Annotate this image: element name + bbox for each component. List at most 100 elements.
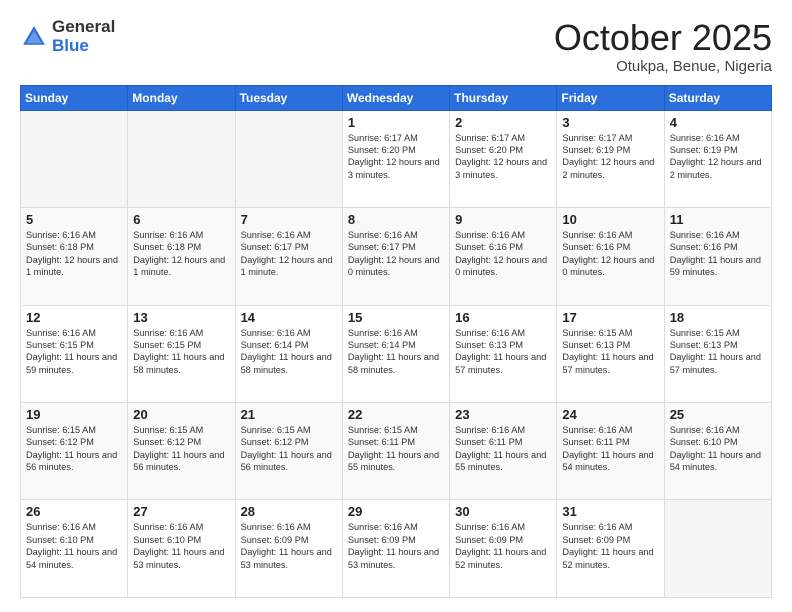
day-number: 26 xyxy=(26,504,122,519)
table-row: 23 Sunrise: 6:16 AM Sunset: 6:11 PM Dayli… xyxy=(450,403,557,500)
calendar-table: Sunday Monday Tuesday Wednesday Thursday… xyxy=(20,85,772,598)
calendar-header-row: Sunday Monday Tuesday Wednesday Thursday… xyxy=(21,85,772,110)
calendar-week-row: 26 Sunrise: 6:16 AM Sunset: 6:10 PM Dayli… xyxy=(21,500,772,598)
day-info: Sunrise: 6:16 AM Sunset: 6:09 PM Dayligh… xyxy=(241,521,337,571)
day-info: Sunrise: 6:15 AM Sunset: 6:13 PM Dayligh… xyxy=(562,327,658,377)
table-row: 12Sunrise: 6:16 AM Sunset: 6:15 PM Dayli… xyxy=(21,305,128,402)
page: General Blue October 2025 Otukpa, Benue,… xyxy=(0,0,792,612)
day-number: 29 xyxy=(348,504,444,519)
calendar-week-row: 12 Sunrise: 6:16 AM Sunset: 6:15 PM Dayli… xyxy=(21,305,772,402)
col-wednesday: Wednesday xyxy=(342,85,449,110)
day-info: Sunrise: 6:16 AM Sunset: 6:10 PM Dayligh… xyxy=(26,521,122,571)
day-info: Sunrise: 6:16 AM Sunset: 6:16 PM Dayligh… xyxy=(562,229,658,279)
header: General Blue October 2025 Otukpa, Benue,… xyxy=(20,18,772,75)
day-info: Sunrise: 6:16 AM Sunset: 6:10 PM Dayligh… xyxy=(670,424,766,474)
day-info: Sunrise: 6:16 AM Sunset: 6:16 PM Dayligh… xyxy=(455,229,551,279)
day-number: 16 xyxy=(455,310,551,325)
table-row: 9 Sunrise: 6:16 AM Sunset: 6:16 PM Daylig… xyxy=(450,208,557,305)
title-block: October 2025 Otukpa, Benue, Nigeria xyxy=(554,18,772,75)
calendar-week-row: 19Sunrise: 6:15 AM Sunset: 6:12 PM Dayli… xyxy=(21,403,772,500)
table-row: 3Sunrise: 6:17 AM Sunset: 6:19 PM Daylig… xyxy=(557,110,664,207)
table-row: 1Sunrise: 6:17 AM Sunset: 6:20 PM Daylig… xyxy=(342,110,449,207)
day-info: Sunrise: 6:16 AM Sunset: 6:17 PM Dayligh… xyxy=(348,229,444,279)
table-row: 2Sunrise: 6:17 AM Sunset: 6:20 PM Daylig… xyxy=(450,110,557,207)
table-row: 14Sunrise: 6:16 AM Sunset: 6:14 PM Dayli… xyxy=(235,305,342,402)
table-row: 29 Sunrise: 6:16 AM Sunset: 6:09 PM Dayli… xyxy=(342,500,449,598)
table-row: 21Sunrise: 6:15 AM Sunset: 6:12 PM Dayli… xyxy=(235,403,342,500)
col-tuesday: Tuesday xyxy=(235,85,342,110)
day-number: 15 xyxy=(348,310,444,325)
day-info: Sunrise: 6:16 AM Sunset: 6:11 PM Dayligh… xyxy=(455,424,551,474)
day-number: 20 xyxy=(133,407,229,422)
day-number: 14 xyxy=(241,310,337,325)
day-number: 11 xyxy=(670,212,766,227)
day-number: 28 xyxy=(241,504,337,519)
col-friday: Friday xyxy=(557,85,664,110)
day-number: 17 xyxy=(562,310,658,325)
calendar-week-row: 5 Sunrise: 6:16 AM Sunset: 6:18 PM Daylig… xyxy=(21,208,772,305)
table-row xyxy=(128,110,235,207)
col-thursday: Thursday xyxy=(450,85,557,110)
col-monday: Monday xyxy=(128,85,235,110)
day-number: 23 xyxy=(455,407,551,422)
day-number: 6 xyxy=(133,212,229,227)
table-row: 15Sunrise: 6:16 AM Sunset: 6:14 PM Dayli… xyxy=(342,305,449,402)
day-number: 8 xyxy=(348,212,444,227)
table-row: 16 Sunrise: 6:16 AM Sunset: 6:13 PM Dayli… xyxy=(450,305,557,402)
table-row: 24Sunrise: 6:16 AM Sunset: 6:11 PM Dayli… xyxy=(557,403,664,500)
title-month: October 2025 xyxy=(554,18,772,58)
table-row xyxy=(235,110,342,207)
calendar-week-row: 1Sunrise: 6:17 AM Sunset: 6:20 PM Daylig… xyxy=(21,110,772,207)
day-number: 22 xyxy=(348,407,444,422)
table-row: 6 Sunrise: 6:16 AM Sunset: 6:18 PM Daylig… xyxy=(128,208,235,305)
day-number: 7 xyxy=(241,212,337,227)
table-row: 7 Sunrise: 6:16 AM Sunset: 6:17 PM Daylig… xyxy=(235,208,342,305)
day-info: Sunrise: 6:16 AM Sunset: 6:09 PM Dayligh… xyxy=(562,521,658,571)
day-info: Sunrise: 6:17 AM Sunset: 6:20 PM Dayligh… xyxy=(348,132,444,182)
col-saturday: Saturday xyxy=(664,85,771,110)
day-info: Sunrise: 6:16 AM Sunset: 6:09 PM Dayligh… xyxy=(348,521,444,571)
day-number: 5 xyxy=(26,212,122,227)
day-info: Sunrise: 6:16 AM Sunset: 6:18 PM Dayligh… xyxy=(133,229,229,279)
logo: General Blue xyxy=(20,18,115,55)
day-info: Sunrise: 6:15 AM Sunset: 6:13 PM Dayligh… xyxy=(670,327,766,377)
day-info: Sunrise: 6:15 AM Sunset: 6:11 PM Dayligh… xyxy=(348,424,444,474)
table-row: 17 Sunrise: 6:15 AM Sunset: 6:13 PM Dayli… xyxy=(557,305,664,402)
table-row: 28 Sunrise: 6:16 AM Sunset: 6:09 PM Dayli… xyxy=(235,500,342,598)
day-info: Sunrise: 6:15 AM Sunset: 6:12 PM Dayligh… xyxy=(133,424,229,474)
table-row: 20 Sunrise: 6:15 AM Sunset: 6:12 PM Dayli… xyxy=(128,403,235,500)
day-info: Sunrise: 6:16 AM Sunset: 6:13 PM Dayligh… xyxy=(455,327,551,377)
table-row: 5Sunrise: 6:16 AM Sunset: 6:18 PM Daylig… xyxy=(21,208,128,305)
day-info: Sunrise: 6:16 AM Sunset: 6:15 PM Dayligh… xyxy=(133,327,229,377)
day-info: Sunrise: 6:17 AM Sunset: 6:19 PM Dayligh… xyxy=(562,132,658,182)
logo-general: General xyxy=(52,18,115,37)
day-info: Sunrise: 6:17 AM Sunset: 6:20 PM Dayligh… xyxy=(455,132,551,182)
day-info: Sunrise: 6:16 AM Sunset: 6:09 PM Dayligh… xyxy=(455,521,551,571)
day-number: 4 xyxy=(670,115,766,130)
day-number: 25 xyxy=(670,407,766,422)
day-number: 21 xyxy=(241,407,337,422)
title-location: Otukpa, Benue, Nigeria xyxy=(554,58,772,75)
day-info: Sunrise: 6:16 AM Sunset: 6:16 PM Dayligh… xyxy=(670,229,766,279)
col-sunday: Sunday xyxy=(21,85,128,110)
logo-icon xyxy=(20,23,48,51)
day-number: 10 xyxy=(562,212,658,227)
table-row: 22 Sunrise: 6:15 AM Sunset: 6:11 PM Dayli… xyxy=(342,403,449,500)
day-number: 9 xyxy=(455,212,551,227)
day-info: Sunrise: 6:16 AM Sunset: 6:11 PM Dayligh… xyxy=(562,424,658,474)
day-number: 13 xyxy=(133,310,229,325)
day-number: 18 xyxy=(670,310,766,325)
day-number: 31 xyxy=(562,504,658,519)
table-row: 30 Sunrise: 6:16 AM Sunset: 6:09 PM Dayli… xyxy=(450,500,557,598)
day-info: Sunrise: 6:16 AM Sunset: 6:17 PM Dayligh… xyxy=(241,229,337,279)
table-row: 27Sunrise: 6:16 AM Sunset: 6:10 PM Dayli… xyxy=(128,500,235,598)
day-number: 12 xyxy=(26,310,122,325)
logo-blue: Blue xyxy=(52,37,115,56)
table-row: 8 Sunrise: 6:16 AM Sunset: 6:17 PM Daylig… xyxy=(342,208,449,305)
logo-text: General Blue xyxy=(52,18,115,55)
table-row: 18 Sunrise: 6:15 AM Sunset: 6:13 PM Dayli… xyxy=(664,305,771,402)
day-info: Sunrise: 6:15 AM Sunset: 6:12 PM Dayligh… xyxy=(26,424,122,474)
table-row xyxy=(664,500,771,598)
table-row xyxy=(21,110,128,207)
day-number: 30 xyxy=(455,504,551,519)
